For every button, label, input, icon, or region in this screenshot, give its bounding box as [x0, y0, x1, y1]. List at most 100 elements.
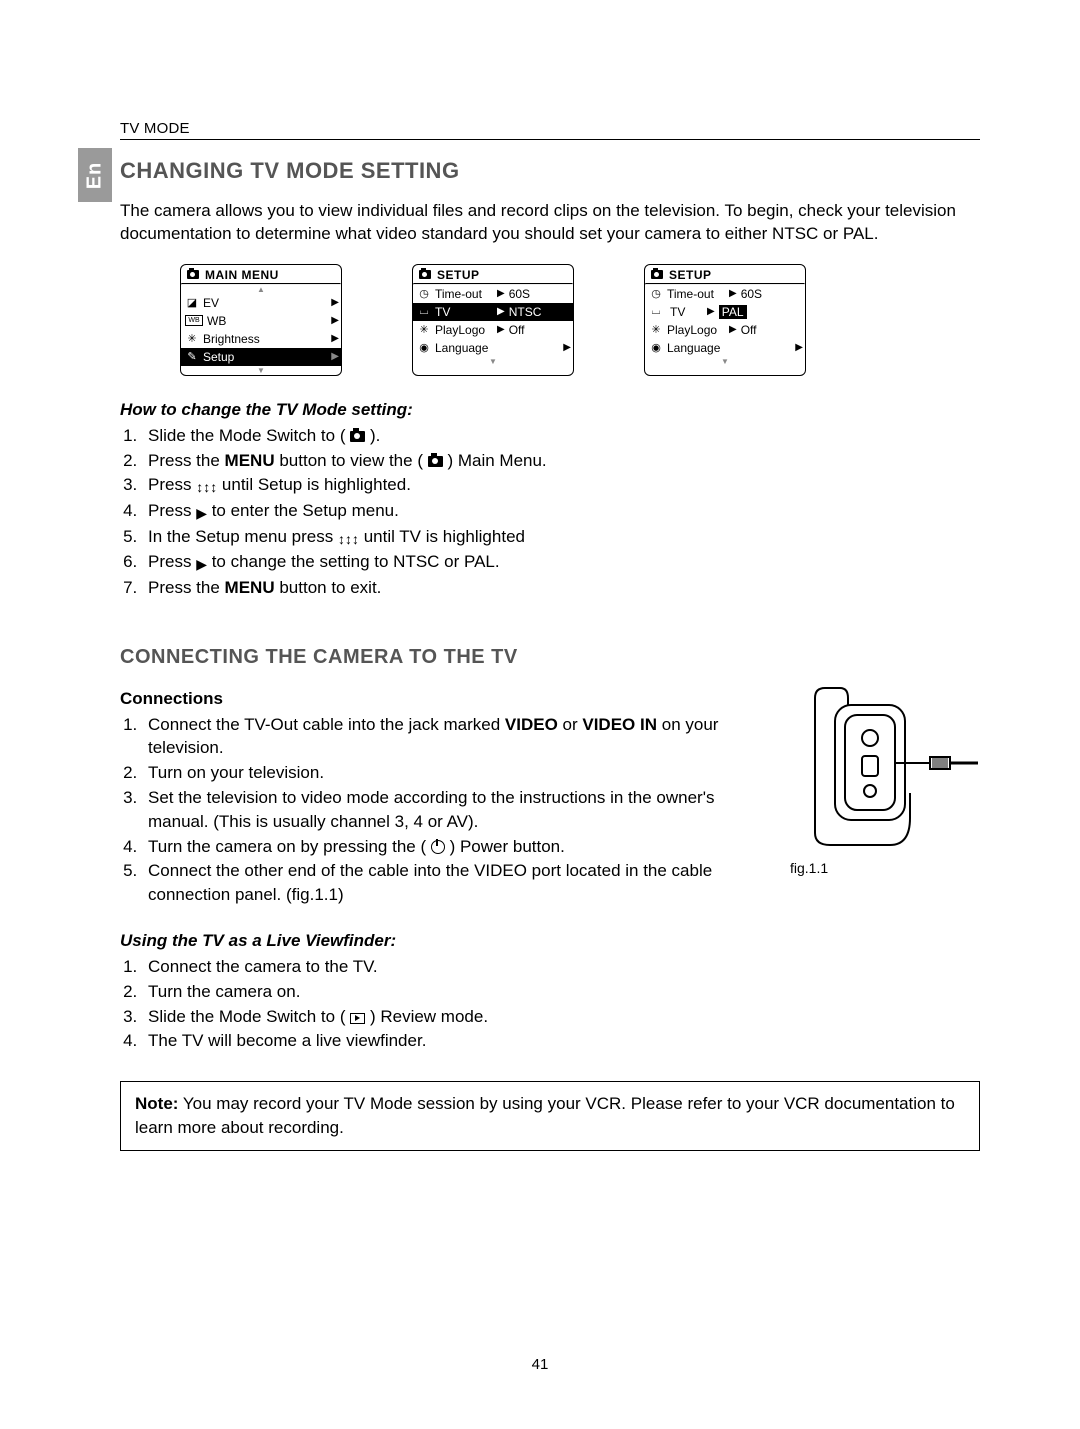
setup-label: PlayLogo — [435, 323, 493, 337]
setup-icon: ✎ — [185, 350, 199, 363]
camera-icon — [350, 431, 365, 442]
brightness-icon: ✳ — [185, 332, 199, 345]
how-to-change-steps: Slide the Mode Switch to ( ). Press the … — [120, 424, 980, 600]
main-menu-title: MAIN MENU — [181, 265, 341, 283]
title-connecting-camera: CONNECTING THE CAMERA TO THE TV — [120, 646, 980, 669]
chevron-right-icon: ▶ — [497, 288, 505, 299]
setup-label: TV — [435, 305, 493, 319]
step-text-bold: MENU — [225, 578, 275, 597]
menu-screenshots-row: MAIN MENU ▲ ◪ EV ▶ WB WB ▶ ✳ Brightness … — [180, 264, 980, 376]
main-menu-label: Setup — [203, 350, 261, 364]
right-arrow-icon: ▶ — [196, 555, 207, 575]
viewfinder-heading: Using the TV as a Live Viewfinder: — [120, 931, 980, 951]
step-text: Turn the camera on by pressing the ( — [148, 837, 431, 856]
chevron-right-icon: ▶ — [331, 333, 339, 344]
step: Set the television to video mode accordi… — [142, 786, 760, 834]
setup-value: 60S — [509, 287, 569, 301]
globe-icon: ◉ — [417, 341, 431, 354]
setup-value: Off — [741, 323, 801, 337]
step: Turn the camera on by pressing the ( ) P… — [142, 835, 760, 859]
up-down-arrows-icon: ↕↕↕ — [338, 530, 359, 550]
intro-paragraph: The camera allows you to view individual… — [120, 200, 980, 246]
main-menu-label: EV — [203, 296, 261, 310]
setup-label: Language — [435, 341, 569, 355]
step-text: Press — [148, 501, 196, 520]
main-menu-item-brightness: ✳ Brightness ▶ — [181, 330, 341, 348]
playlogo-icon: ✳ — [649, 323, 663, 336]
setup-label: TV — [667, 305, 703, 319]
setup-row-playlogo: ✳ PlayLogo ▶ Off — [645, 321, 805, 339]
chevron-right-icon: ▶ — [331, 351, 339, 362]
how-to-change-heading: How to change the TV Mode setting: — [120, 400, 980, 420]
step-text-bold: MENU — [225, 451, 275, 470]
setup-value: Off — [509, 323, 569, 337]
main-menu-label: Brightness — [203, 332, 337, 346]
camera-icon — [651, 270, 663, 279]
connections-steps: Connect the TV-Out cable into the jack m… — [120, 713, 760, 907]
setup-label: Time-out — [435, 287, 493, 301]
setup-menu-title: SETUP — [645, 265, 805, 283]
language-tab-label: En — [84, 161, 107, 189]
chevron-right-icon: ▶ — [729, 288, 737, 299]
step-text: ). — [370, 426, 380, 445]
review-mode-icon — [350, 1013, 365, 1024]
step-text: ) Main Menu. — [447, 451, 546, 470]
clock-icon: ◷ — [649, 287, 663, 300]
clock-icon: ◷ — [417, 287, 431, 300]
step: In the Setup menu press ↕↕↕ until TV is … — [142, 525, 980, 550]
camera-icon — [187, 270, 199, 279]
setup-value: PAL — [719, 305, 747, 319]
camera-icon — [419, 270, 431, 279]
step-text: ) Power button. — [450, 837, 565, 856]
setup-label: PlayLogo — [667, 323, 725, 337]
step: Press the MENU button to view the ( ) Ma… — [142, 449, 980, 473]
setup-menu-title-text: SETUP — [437, 268, 480, 282]
language-tab: En — [78, 148, 112, 202]
step: Connect the other end of the cable into … — [142, 859, 760, 907]
tv-icon: ⌴ — [649, 305, 663, 318]
step: The TV will become a live viewfinder. — [142, 1029, 980, 1053]
step-text: button to exit. — [279, 578, 381, 597]
figure-1-1: fig.1.1 — [790, 683, 980, 876]
step-text: until TV is highlighted — [364, 527, 525, 546]
step-text: Press the — [148, 578, 225, 597]
chevron-right-icon: ▶ — [331, 315, 339, 326]
step: Connect the camera to the TV. — [142, 955, 980, 979]
setup-label: Language — [667, 341, 801, 355]
main-menu-item-setup: ✎ Setup ▶ — [181, 348, 341, 366]
step-text: Slide the Mode Switch to ( — [148, 426, 350, 445]
setup-menu-title: SETUP — [413, 265, 573, 283]
setup-row-timeout: ◷ Time-out ▶ 60S — [413, 285, 573, 303]
scroll-up-icon: ▲ — [181, 285, 341, 294]
step-text: or — [563, 715, 583, 734]
chevron-right-icon: ▶ — [707, 306, 715, 317]
step-text: to change the setting to NTSC or PAL. — [212, 552, 500, 571]
ev-icon: ◪ — [185, 296, 199, 309]
main-menu-box: MAIN MENU ▲ ◪ EV ▶ WB WB ▶ ✳ Brightness … — [180, 264, 342, 376]
playlogo-icon: ✳ — [417, 323, 431, 336]
setup-row-timeout: ◷ Time-out ▶ 60S — [645, 285, 805, 303]
step-text: Slide the Mode Switch to ( — [148, 1007, 350, 1026]
note-text: You may record your TV Mode session by u… — [135, 1094, 955, 1137]
scroll-down-icon: ▼ — [413, 357, 573, 366]
up-down-arrows-icon: ↕↕↕ — [196, 478, 217, 498]
main-menu-label: WB — [207, 314, 265, 328]
title-changing-tv-mode: CHANGING TV MODE SETTING — [120, 158, 980, 184]
step: Slide the Mode Switch to ( ). — [142, 424, 980, 448]
setup-row-playlogo: ✳ PlayLogo ▶ Off — [413, 321, 573, 339]
step-text: Press — [148, 475, 196, 494]
step: Press ▶ to enter the Setup menu. — [142, 499, 980, 524]
scroll-down-icon: ▼ — [645, 357, 805, 366]
step: Press ↕↕↕ until Setup is highlighted. — [142, 473, 980, 498]
camera-port-illustration — [790, 683, 980, 853]
setup-menu-title-text: SETUP — [669, 268, 712, 282]
globe-icon: ◉ — [649, 341, 663, 354]
connections-heading: Connections — [120, 689, 760, 709]
step: Turn on your television. — [142, 761, 760, 785]
chevron-right-icon: ▶ — [497, 324, 505, 335]
setup-menu-ntsc: SETUP ◷ Time-out ▶ 60S ⌴ TV ▶ NTSC ✳ Pla… — [412, 264, 574, 376]
step-text-bold: VIDEO IN — [582, 715, 657, 734]
setup-row-tv: ⌴ TV ▶ PAL — [645, 303, 805, 321]
viewfinder-steps: Connect the camera to the TV. Turn the c… — [120, 955, 980, 1053]
chevron-right-icon: ▶ — [563, 342, 571, 353]
